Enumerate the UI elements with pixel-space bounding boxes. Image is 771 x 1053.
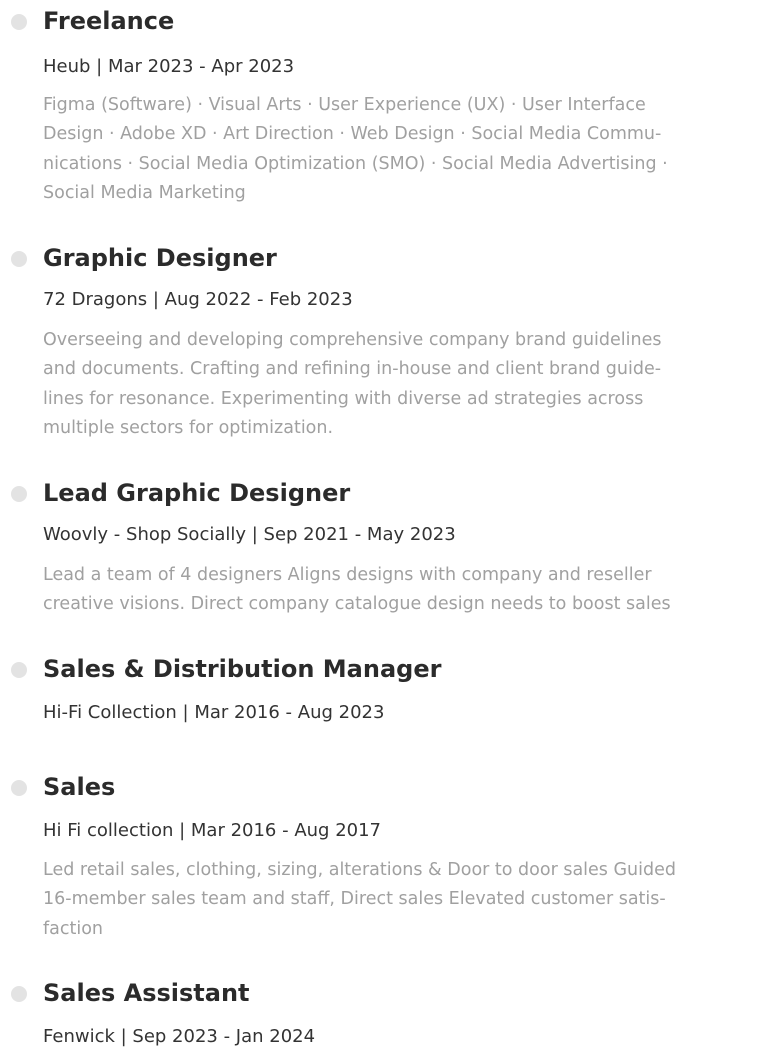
- description-line: faction: [43, 918, 104, 939]
- job-company-dates: 72 Dragons | Aug 2022 - Feb 2023: [43, 289, 353, 310]
- job-description: Figma (Software) · Visual Arts · User Ex…: [43, 91, 748, 208]
- job-title: Freelance: [43, 7, 175, 35]
- job-description: Overseeing and developing comprehensive …: [43, 326, 748, 443]
- timeline-dot-icon: [11, 662, 27, 678]
- job-company-dates: Hi Fi collection | Mar 2016 - Aug 2017: [43, 820, 382, 841]
- timeline-dot-icon: [11, 486, 27, 502]
- description-line: Overseeing and developing comprehensive …: [43, 330, 662, 350]
- job-title: Sales Assistant: [43, 979, 250, 1007]
- job-title: Sales & Distribution Manager: [43, 655, 442, 683]
- job-company-dates: Hi-Fi Collection | Mar 2016 - Aug 2023: [43, 702, 385, 723]
- description-line: multiple sectors for optimization.: [43, 417, 334, 438]
- job-title: Sales: [43, 773, 116, 801]
- timeline-dot-icon: [11, 780, 27, 796]
- job-title: Graphic Designer: [43, 244, 277, 272]
- description-line: Social Media Marketing: [43, 182, 246, 203]
- timeline-dot-icon: [11, 14, 27, 30]
- description-line: 16-member sales team and staff, Direct s…: [43, 889, 666, 910]
- job-title: Lead Graphic Designer: [43, 479, 351, 507]
- job-company-dates: Woovly - Shop Socially | Sep 2021 - May …: [43, 524, 456, 545]
- job-company-dates: Heub | Mar 2023 - Apr 2023: [43, 56, 295, 77]
- job-company-dates: Fenwick | Sep 2023 - Jan 2024: [43, 1026, 316, 1047]
- timeline-dot-icon: [11, 986, 27, 1002]
- timeline-dot-icon: [11, 251, 27, 267]
- description-line: Lead a team of 4 designers Aligns design…: [43, 565, 652, 585]
- description-line: Led retail sales, clothing, sizing, alte…: [43, 860, 676, 880]
- description-line: lines for resonance. Experimenting with …: [43, 388, 644, 409]
- description-line: creative visions. Direct company catalog…: [43, 594, 671, 615]
- description-line: and documents. Crafting and refining in-…: [43, 359, 662, 380]
- description-line: Design · Adobe XD · Art Direction · Web …: [43, 124, 662, 145]
- description-line: Figma (Software) · Visual Arts · User Ex…: [43, 95, 646, 115]
- description-line: nications · Social Media Optimization (S…: [43, 153, 668, 174]
- job-description: Lead a team of 4 designers Aligns design…: [43, 561, 748, 620]
- job-description: Led retail sales, clothing, sizing, alte…: [43, 856, 748, 944]
